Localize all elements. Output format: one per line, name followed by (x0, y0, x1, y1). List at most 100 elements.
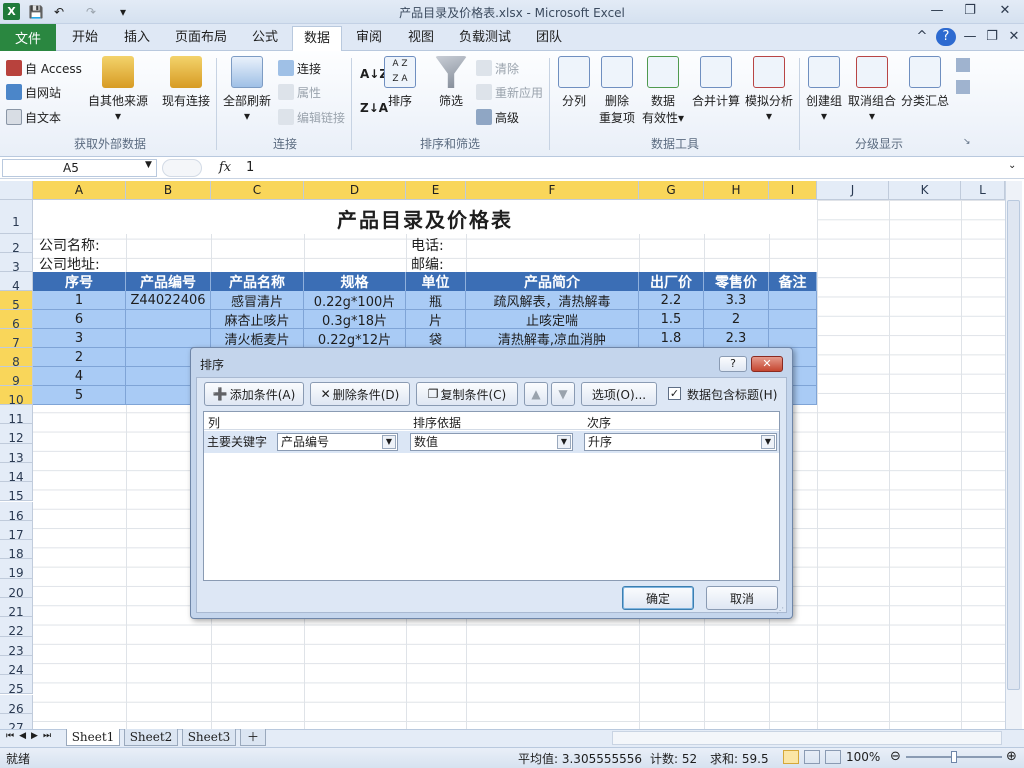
table-header-cell[interactable]: 产品名称 (211, 272, 304, 291)
column-header-d[interactable]: D (304, 181, 406, 200)
delete-level-button[interactable]: ✕ 删除条件(D) (310, 382, 410, 406)
row-header-21[interactable]: 21 (0, 598, 33, 619)
row-header-15[interactable]: 15 (0, 482, 33, 503)
table-cell[interactable]: 3 (33, 329, 126, 348)
table-cell[interactable]: 0.22g*100片 (304, 291, 406, 310)
status-average[interactable]: 平均值: 3.305555556 (518, 750, 642, 767)
data-validation-button[interactable]: 数据 有效性▾ (640, 56, 686, 126)
table-cell[interactable]: 2 (704, 310, 769, 329)
remove-duplicates-button[interactable]: 删除 重复项 (596, 56, 638, 126)
table-cell[interactable]: 1.8 (639, 329, 704, 348)
row-header-9[interactable]: 9 (0, 367, 33, 388)
table-header-cell[interactable]: 规格 (304, 272, 406, 291)
normal-view-icon[interactable] (783, 750, 799, 764)
row-header-25[interactable]: 25 (0, 675, 33, 696)
insert-function-icon[interactable]: fx (210, 158, 240, 178)
table-cell[interactable]: Z44022406 (126, 291, 211, 310)
sort-button[interactable]: A ZZ A 排序 (384, 56, 416, 109)
has-headers-checkbox[interactable]: ✓ (668, 387, 681, 400)
restore-button[interactable]: ❐ (955, 2, 985, 20)
resize-grip-icon[interactable]: ⋰ (776, 606, 784, 615)
ungroup-button[interactable]: 取消组合 ▾ (846, 56, 898, 123)
hide-detail-icon[interactable] (956, 80, 970, 94)
dialog-help-icon[interactable]: ? (719, 356, 747, 372)
sheet-tab-sheet1[interactable]: Sheet1 (66, 729, 120, 746)
table-header-cell[interactable]: 单位 (406, 272, 466, 291)
connections-button[interactable]: 连接 (278, 58, 321, 78)
close-button[interactable]: ✕ (990, 2, 1020, 20)
sheet-title[interactable]: 产品目录及价格表 (33, 203, 817, 233)
zoom-out-icon[interactable]: ⊖ (890, 749, 901, 764)
row-header-12[interactable]: 12 (0, 424, 33, 445)
table-header-cell[interactable]: 备注 (769, 272, 817, 291)
table-cell[interactable]: 4 (33, 367, 126, 386)
column-header-l[interactable]: L (961, 181, 1005, 200)
row-header-14[interactable]: 14 (0, 462, 33, 484)
refresh-all-button[interactable]: 全部刷新 ▾ (220, 56, 274, 123)
copy-level-button[interactable]: ❐ 复制条件(C) (416, 382, 518, 406)
table-cell[interactable] (769, 310, 817, 329)
minimize-button[interactable]: — (922, 2, 952, 20)
row-header-26[interactable]: 26 (0, 694, 33, 716)
row-header-20[interactable]: 20 (0, 578, 33, 600)
column-header-g[interactable]: G (639, 181, 704, 200)
status-sum[interactable]: 求和: 59.5 (710, 750, 769, 767)
from-text-button[interactable]: 自文本 (6, 107, 61, 127)
table-cell[interactable]: 止咳定喘 (466, 310, 639, 329)
dialog-close-icon[interactable]: ✕ (751, 356, 783, 372)
table-cell[interactable] (769, 329, 817, 348)
row-header-13[interactable]: 13 (0, 443, 33, 465)
company-name-label[interactable]: 公司名称: (39, 235, 100, 255)
consolidate-button[interactable]: 合并计算 (690, 56, 742, 109)
what-if-analysis-button[interactable]: 模拟分析 ▾ (744, 56, 794, 123)
from-access-button[interactable]: 自 Access (6, 58, 82, 78)
row-header-16[interactable]: 16 (0, 501, 33, 523)
zoom-in-icon[interactable]: ⊕ (1006, 749, 1017, 764)
sort-on-select[interactable]: 数值 ▼ (410, 433, 573, 451)
name-box-dropdown-icon[interactable]: ▼ (145, 160, 152, 170)
table-cell[interactable]: 6 (33, 310, 126, 329)
show-detail-icon[interactable] (956, 58, 970, 72)
move-up-icon[interactable]: ▲ (524, 382, 548, 406)
table-header-cell[interactable]: 出厂价 (639, 272, 704, 291)
reapply-button[interactable]: 重新应用 (476, 82, 543, 102)
options-button[interactable]: 选项(O)... (581, 382, 657, 406)
from-other-sources-button[interactable]: 自其他来源 ▾ (86, 56, 150, 123)
postcode-label[interactable]: 邮编: (411, 254, 444, 274)
table-cell[interactable]: 0.22g*12片 (304, 329, 406, 348)
table-cell[interactable]: 感冒清片 (211, 291, 304, 310)
group-button[interactable]: 创建组 ▾ (804, 56, 844, 123)
row-header-22[interactable]: 22 (0, 617, 33, 638)
page-break-view-icon[interactable] (825, 750, 841, 764)
workbook-close-button[interactable]: ✕ (1004, 28, 1024, 46)
ok-button[interactable]: 确定 (622, 586, 694, 610)
page-layout-view-icon[interactable] (804, 750, 820, 764)
tab-view[interactable]: 视图 (398, 24, 444, 51)
table-cell[interactable]: 3.3 (704, 291, 769, 310)
column-header-k[interactable]: K (889, 181, 961, 200)
table-cell[interactable]: 2.3 (704, 329, 769, 348)
help-icon[interactable]: ? (936, 28, 956, 46)
expand-formula-bar-icon[interactable]: ⌄ (1008, 160, 1016, 171)
row-header-1[interactable]: 1 (0, 200, 33, 234)
properties-button[interactable]: 属性 (278, 82, 321, 102)
advanced-filter-button[interactable]: 高级 (476, 107, 519, 127)
tab-load-test[interactable]: 负载测试 (450, 24, 520, 51)
sort-column-select[interactable]: 产品编号 ▼ (277, 433, 398, 451)
column-header-h[interactable]: H (704, 181, 769, 200)
table-cell[interactable]: 清火栀麦片 (211, 329, 304, 348)
row-header-4[interactable]: 4 (0, 272, 33, 293)
tab-file[interactable]: 文件 (0, 24, 56, 51)
table-cell[interactable] (126, 329, 211, 348)
table-cell[interactable]: 2 (33, 348, 126, 367)
clear-filter-button[interactable]: 清除 (476, 58, 519, 78)
cancel-button[interactable]: 取消 (706, 586, 778, 610)
company-address-label[interactable]: 公司地址: (39, 254, 100, 274)
column-header-i[interactable]: I (769, 181, 817, 200)
row-header-24[interactable]: 24 (0, 655, 33, 677)
table-cell[interactable]: 5 (33, 386, 126, 405)
table-cell[interactable] (126, 310, 211, 329)
column-header-e[interactable]: E (406, 181, 466, 200)
dialog-launcher-icon[interactable]: ↘ (963, 137, 971, 147)
row-header-6[interactable]: 6 (0, 310, 33, 331)
